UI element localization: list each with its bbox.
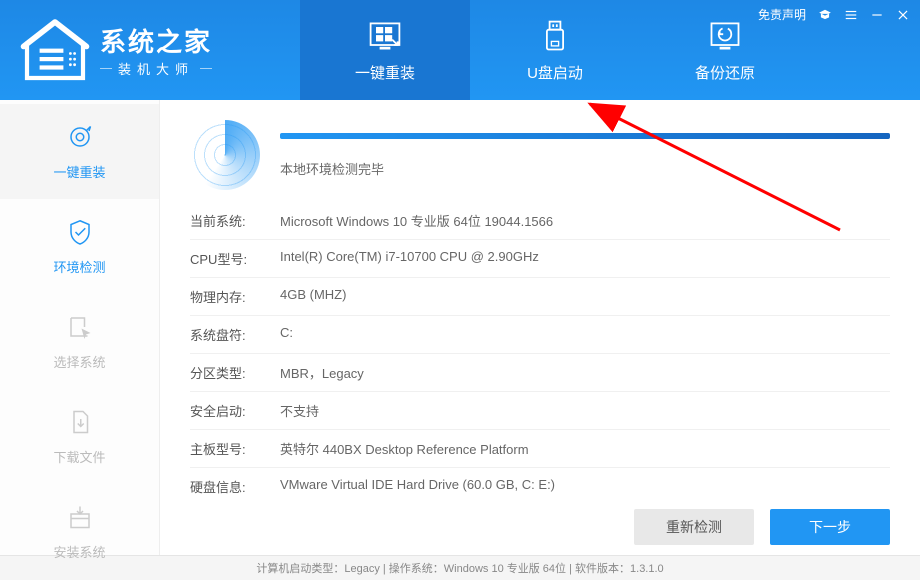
shield-check-icon [65,217,95,247]
logo-title: 系统之家 [100,22,212,59]
info-list: 当前系统:Microsoft Windows 10 专业版 64位 19044.… [190,202,890,499]
sidebar-label: 下载文件 [53,447,105,466]
scan-row: 本地环境检测完毕 [190,120,890,190]
info-label: 系统盘符: [190,325,280,344]
tab-reinstall[interactable]: 一键重装 [300,0,470,100]
info-value: Microsoft Windows 10 专业版 64位 19044.1566 [280,211,553,230]
info-row: 系统盘符:C: [190,316,890,354]
info-row: 硬盘信息:VMware Virtual IDE Hard Drive (60.0… [190,468,890,499]
info-value: Intel(R) Core(TM) i7-10700 CPU @ 2.90GHz [280,249,539,268]
graduation-icon[interactable] [818,8,832,22]
main: 本地环境检测完毕 当前系统:Microsoft Windows 10 专业版 6… [160,100,920,555]
usb-icon [537,18,573,54]
info-label: 当前系统: [190,211,280,230]
info-value: 英特尔 440BX Desktop Reference Platform [280,439,529,458]
info-label: CPU型号: [190,249,280,268]
tab-usb-boot[interactable]: U盘启动 [470,0,640,100]
top-tabs: 一键重装 U盘启动 备份还原 [300,0,810,100]
scan-status: 本地环境检测完毕 [280,159,890,178]
info-row: 当前系统:Microsoft Windows 10 专业版 64位 19044.… [190,202,890,240]
next-button[interactable]: 下一步 [770,509,890,545]
footer-text: 计算机启动类型：Legacy | 操作系统：Windows 10 专业版 64位… [256,560,663,576]
sidebar-label: 一键重装 [53,162,105,181]
sidebar-item-selectos[interactable]: 选择系统 [0,294,159,389]
sidebar-item-reinstall[interactable]: 一键重装 [0,104,159,199]
info-label: 硬盘信息: [190,477,280,496]
logo-area: 系统之家 装机大师 [0,15,300,85]
header: 系统之家 装机大师 一键重装 U盘启动 [0,0,920,100]
sidebar-label: 安装系统 [53,542,105,561]
info-row: 分区类型:MBR，Legacy [190,354,890,392]
info-value: MBR，Legacy [280,363,364,382]
info-label: 安全启动: [190,401,280,420]
info-row: 安全启动:不支持 [190,392,890,430]
select-icon [65,312,95,342]
body: 一键重装 环境检测 选择系统 下载文件 安装系统 本地环境检测完毕 当前 [0,100,920,555]
radar-icon [190,120,260,190]
info-label: 主板型号: [190,439,280,458]
info-value: C: [280,325,293,344]
info-row: 物理内存:4GB (MHZ) [190,278,890,316]
sidebar-label: 选择系统 [53,352,105,371]
backup-icon [707,18,743,54]
minimize-icon[interactable] [870,8,884,22]
tab-label: 备份还原 [695,62,755,83]
titlebar: 免责声明 [758,6,910,23]
sidebar: 一键重装 环境检测 选择系统 下载文件 安装系统 [0,100,160,555]
info-label: 物理内存: [190,287,280,306]
download-file-icon [65,407,95,437]
button-row: 重新检测 下一步 [190,499,890,545]
menu-icon[interactable] [844,8,858,22]
sidebar-label: 环境检测 [53,257,105,276]
target-icon [65,122,95,152]
info-value: 4GB (MHZ) [280,287,346,306]
sidebar-item-download[interactable]: 下载文件 [0,389,159,484]
info-row: 主板型号:英特尔 440BX Desktop Reference Platfor… [190,430,890,468]
tab-label: U盘启动 [527,62,583,83]
disclaimer-link[interactable]: 免责声明 [758,6,806,23]
info-row: CPU型号:Intel(R) Core(TM) i7-10700 CPU @ 2… [190,240,890,278]
progress-bar [280,133,890,139]
info-label: 分区类型: [190,363,280,382]
house-logo-icon [20,15,90,85]
tab-label: 一键重装 [355,62,415,83]
install-box-icon [65,502,95,532]
windows-install-icon [367,18,403,54]
recheck-button[interactable]: 重新检测 [634,509,754,545]
sidebar-item-install[interactable]: 安装系统 [0,484,159,579]
close-icon[interactable] [896,8,910,22]
sidebar-item-envcheck[interactable]: 环境检测 [0,199,159,294]
logo-subtitle: 装机大师 [100,59,212,78]
info-value: 不支持 [280,401,319,420]
info-value: VMware Virtual IDE Hard Drive (60.0 GB, … [280,477,555,496]
